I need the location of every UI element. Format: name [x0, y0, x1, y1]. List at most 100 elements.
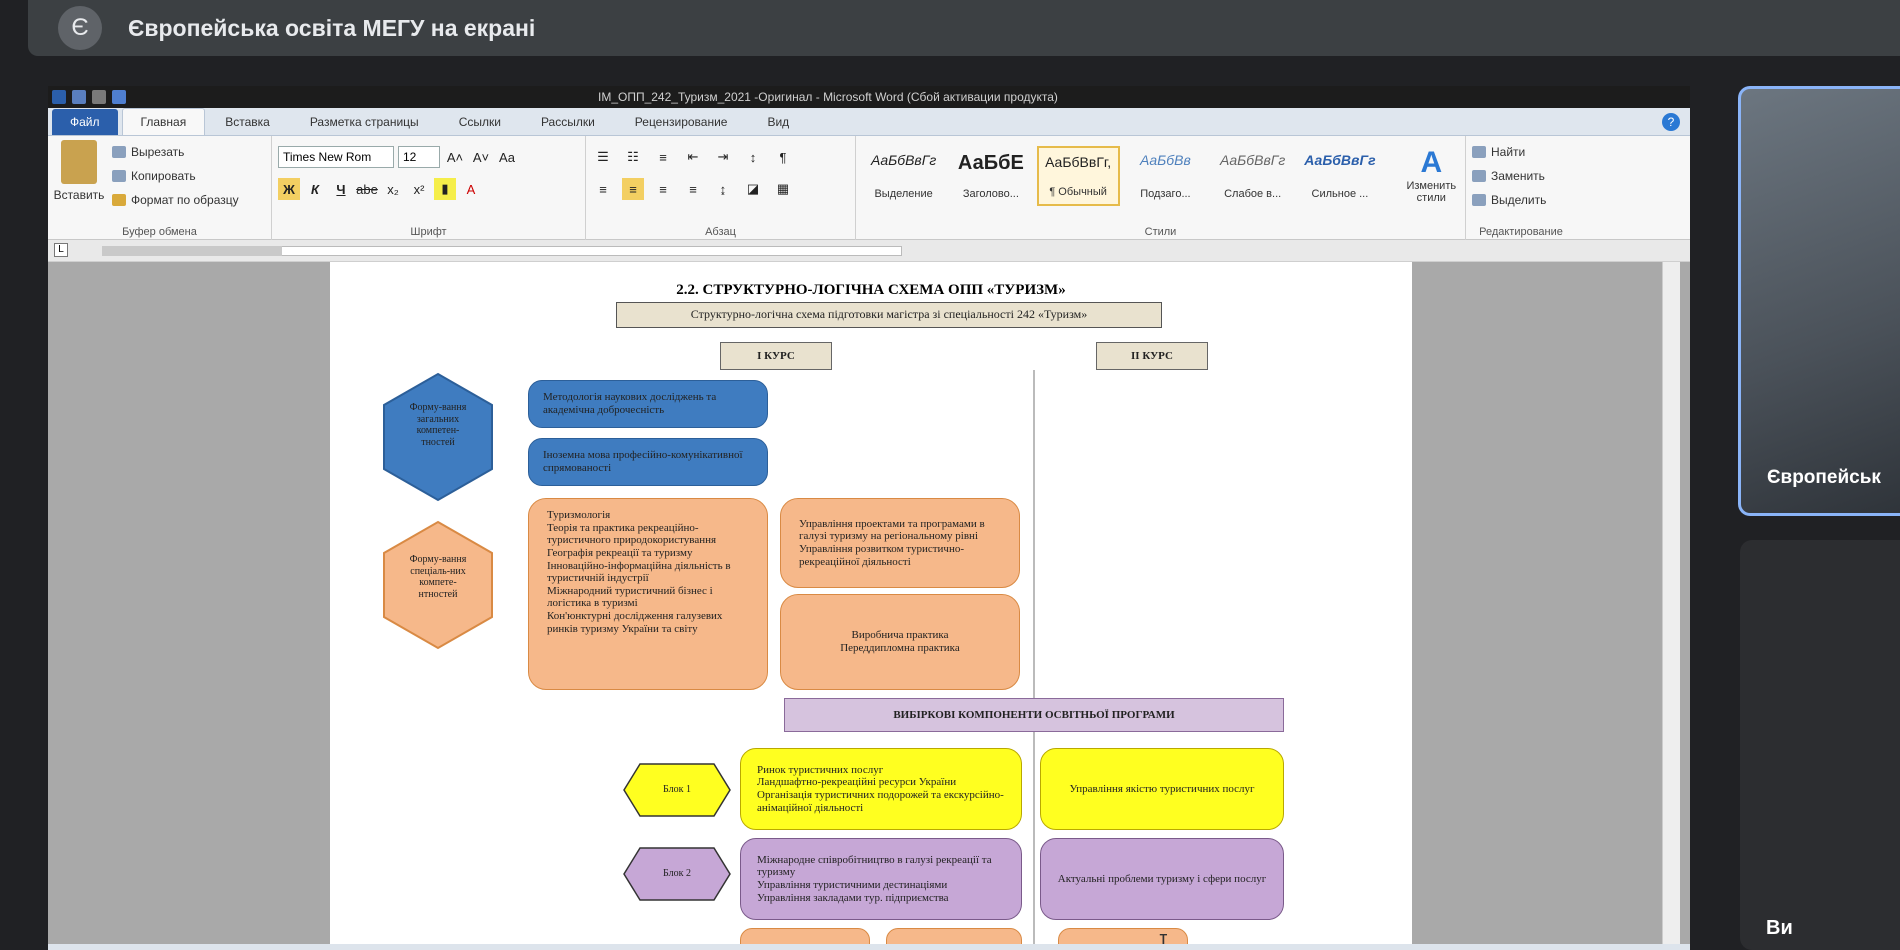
tab-view[interactable]: Вид [747, 115, 809, 135]
strikethrough-button[interactable]: abe [356, 178, 378, 200]
borders-icon[interactable]: ▦ [772, 178, 794, 200]
help-icon[interactable]: ? [1662, 113, 1680, 131]
clipboard-group-label: Буфер обмена [122, 226, 197, 238]
justify-icon[interactable]: ≡ [682, 178, 704, 200]
format-painter-label: Формат по образцу [131, 193, 239, 207]
align-right-icon[interactable]: ≡ [652, 178, 674, 200]
orange-box-management: Управління проектами та програмами в гал… [780, 498, 1020, 588]
format-painter-button[interactable]: Формат по образцу [112, 188, 239, 212]
subscript-button[interactable]: x₂ [382, 178, 404, 200]
underline-button[interactable]: Ч [330, 178, 352, 200]
find-label: Найти [1491, 145, 1526, 159]
style-normal[interactable]: АаБбВвГг, ¶ Обычный [1036, 146, 1120, 206]
yellow-box-block-1: Ринок туристичних послуг Ландшафтно-рекр… [740, 748, 1022, 830]
tab-home[interactable]: Главная [121, 108, 206, 135]
select-label: Выделить [1491, 193, 1547, 207]
numbering-icon[interactable]: ☷ [622, 146, 644, 168]
tab-insert[interactable]: Вставка [205, 115, 290, 135]
meet-header: Є Європейська освіта МЕГУ на екрані [28, 0, 1900, 56]
font-color-icon[interactable]: A [460, 178, 482, 200]
select-arrow-icon [1472, 194, 1486, 206]
style-name: ¶ Обычный [1049, 186, 1107, 198]
find-button[interactable]: Найти [1472, 140, 1570, 164]
yellow-box-quality: Управління якістю туристичних послуг [1040, 748, 1284, 830]
copy-button[interactable]: Копировать [112, 164, 239, 188]
styles-icon: A [1420, 146, 1443, 179]
style-name: Сильное ... [1311, 188, 1369, 200]
shared-screen: IM_ОПП_242_Туризм_2021 -Оригинал - Micro… [48, 86, 1690, 950]
undo-icon[interactable] [92, 90, 106, 104]
style-name: Слабое в... [1224, 188, 1282, 200]
style-heading[interactable]: АаБбE Заголово... [949, 146, 1032, 206]
align-center-icon[interactable]: ≡ [622, 178, 644, 200]
bullets-icon[interactable]: ☰ [592, 146, 614, 168]
change-styles-label: Изменить стили [1406, 180, 1457, 204]
tab-page-layout[interactable]: Разметка страницы [290, 115, 439, 135]
tab-selector-button[interactable]: L [54, 243, 68, 257]
clipboard-icon [61, 140, 97, 184]
change-case-button[interactable]: Aa [496, 146, 518, 168]
styles-group-label: Стили [1144, 226, 1177, 238]
select-button[interactable]: Выделить [1472, 188, 1570, 212]
tab-file[interactable]: Файл [52, 109, 118, 135]
replace-button[interactable]: Заменить [1472, 164, 1570, 188]
save-icon[interactable] [72, 90, 86, 104]
vertical-scrollbar[interactable] [1662, 262, 1680, 950]
course-1-label: І КУРС [720, 342, 832, 370]
style-name: Заголово... [962, 188, 1019, 200]
document-heading: 2.2. СТРУКТУРНО-ЛОГІЧНА СХЕМА ОПП «ТУРИЗ… [676, 282, 1066, 298]
font-size-select[interactable]: 12 [398, 146, 440, 168]
font-name-select[interactable]: Times New Rom [278, 146, 394, 168]
sort-icon[interactable]: ↕ [742, 146, 764, 168]
decrease-indent-icon[interactable]: ⇤ [682, 146, 704, 168]
participant-tile-self[interactable]: Ви [1740, 540, 1900, 950]
superscript-button[interactable]: x² [408, 178, 430, 200]
multilevel-icon[interactable]: ≡ [652, 146, 674, 168]
style-preview: АаБбВв [1140, 152, 1191, 168]
hexagon-special-label: Форму-вання спеціаль-них компете-нтносте… [409, 554, 467, 600]
participant-tile-main[interactable]: Європейськ [1738, 86, 1900, 516]
paragraph-group: ☰ ☷ ≡ ⇤ ⇥ ↕ ¶ ≡ ≡ ≡ ≡ ↨ ◪ ▦ Абзац [586, 136, 856, 240]
scissors-icon [112, 146, 126, 158]
style-name: Выделение [874, 188, 933, 200]
bold-button[interactable]: Ж [278, 178, 300, 200]
ruler-margin [102, 246, 282, 256]
style-emphasis[interactable]: АаБбВвГг Выделение [862, 146, 945, 206]
copy-label: Копировать [131, 169, 196, 183]
tab-references[interactable]: Ссылки [439, 115, 521, 135]
orange-box-practice: Виробнича практика Переддипломна практик… [780, 594, 1020, 690]
tab-review[interactable]: Рецензирование [615, 115, 748, 135]
style-preview: АаБбВвГг [870, 152, 937, 168]
style-subtitle[interactable]: АаБбВв Подзаго... [1124, 146, 1207, 206]
block-1-label: Блок 1 [663, 784, 691, 795]
style-subtle[interactable]: АаБбВвГг Слабое в... [1211, 146, 1294, 206]
styles-group: АаБбВвГг Выделение АаБбE Заголово... АаБбВ… [856, 136, 1466, 240]
scheme-subtitle: Структурно-логічна схема підготовки магі… [616, 302, 1162, 328]
cut-label: Вырезать [131, 145, 185, 159]
redo-icon[interactable] [112, 90, 126, 104]
grow-font-button[interactable]: A˄ [444, 146, 466, 168]
italic-button[interactable]: К [304, 178, 326, 200]
course-divider [1033, 370, 1035, 950]
purple-box-problems: Актуальні проблеми туризму і сфери послу… [1040, 838, 1284, 920]
font-group: Times New Rom 12 A˄ A˅ Aa Ж К Ч abe x₂ x… [272, 136, 586, 240]
style-intense[interactable]: АаБбВвГг Сильное ... [1298, 146, 1381, 206]
tab-mailings[interactable]: Рассылки [521, 115, 615, 135]
window-title: IM_ОПП_242_Туризм_2021 -Оригинал - Micro… [598, 90, 1058, 104]
document-area: 2.2. СТРУКТУРНО-ЛОГІЧНА СХЕМА ОПП «ТУРИЗ… [48, 262, 1690, 950]
increase-indent-icon[interactable]: ⇥ [712, 146, 734, 168]
shrink-font-button[interactable]: A˅ [470, 146, 492, 168]
status-bar [48, 944, 1690, 950]
change-styles-button[interactable]: A Изменить стили [1404, 146, 1460, 206]
align-left-icon[interactable]: ≡ [592, 178, 614, 200]
presentation-title: Європейська освіта МЕГУ на екрані [128, 14, 536, 41]
pilcrow-button[interactable]: ¶ [772, 146, 794, 168]
paste-button[interactable]: Вставить [54, 140, 104, 236]
purple-box-block-2: Міжнародне співробітництво в галузі рекр… [740, 838, 1022, 920]
line-spacing-icon[interactable]: ↨ [712, 178, 734, 200]
shading-icon[interactable]: ◪ [742, 178, 764, 200]
blue-box-foreign-language: Іноземна мова професійно-комунікативної … [528, 438, 768, 486]
highlight-icon[interactable]: ▮ [434, 178, 456, 200]
cut-button[interactable]: Вырезать [112, 140, 239, 164]
ruler: L [48, 240, 1690, 262]
